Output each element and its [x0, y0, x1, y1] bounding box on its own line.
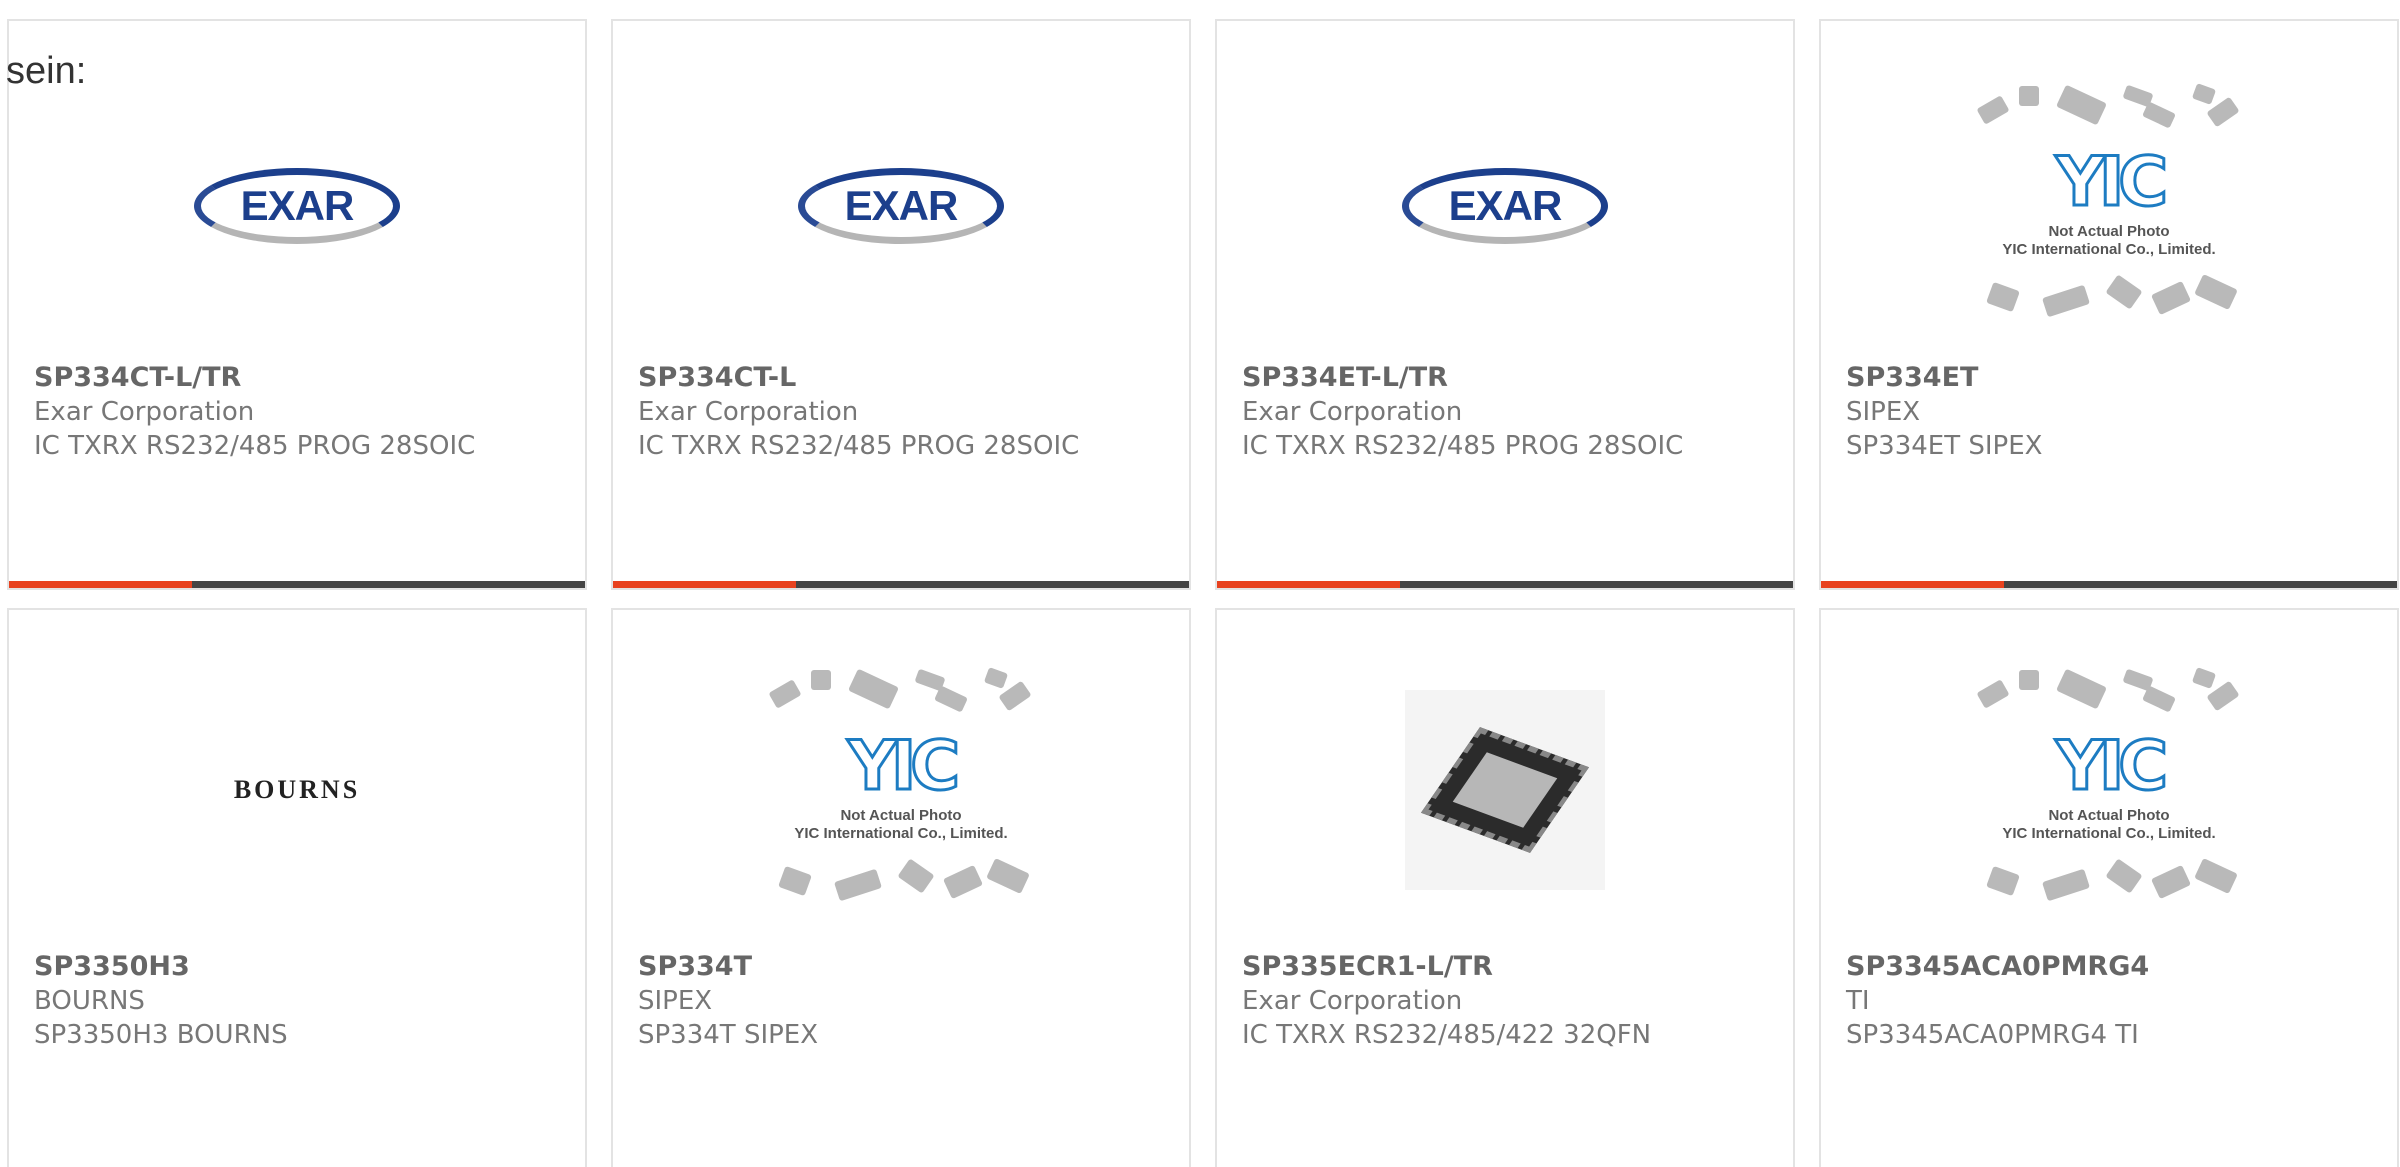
description: SP334ET SIPEX — [1846, 431, 2043, 461]
manufacturer: SIPEX — [1846, 397, 1921, 427]
product-card[interactable]: YIC Not Actual Photo YIC International Co… — [611, 608, 1191, 1167]
part-number-link[interactable]: SP335ECR1-L/TR — [1242, 950, 1773, 984]
exar-logo-icon: EXAR — [1402, 168, 1608, 244]
description: IC TXRX RS232/485 PROG 28SOIC — [1242, 431, 1684, 461]
product-image[interactable]: BOURNS — [9, 662, 585, 917]
part-number-link[interactable]: SP3350H3 — [34, 950, 565, 984]
description: IC TXRX RS232/485 PROG 28SOIC — [34, 431, 476, 461]
manufacturer: Exar Corporation — [34, 397, 255, 427]
manufacturer: Exar Corporation — [1242, 986, 1463, 1016]
product-card[interactable]: SP335ECR1-L/TR Exar Corporation IC TXRX … — [1215, 608, 1795, 1167]
part-number-link[interactable]: SP334CT-L/TR — [34, 361, 565, 395]
description: SP334T SIPEX — [638, 1020, 819, 1050]
product-card[interactable]: YIC Not Actual Photo YIC International Co… — [1819, 608, 2399, 1167]
exar-logo-icon: EXAR — [194, 168, 400, 244]
product-image[interactable]: YIC Not Actual Photo YIC International Co… — [1821, 662, 2397, 917]
intro-text: sein: — [6, 50, 87, 92]
product-image[interactable]: YIC Not Actual Photo YIC International Co… — [1821, 83, 2397, 326]
card-bar — [9, 581, 585, 588]
product-card[interactable]: EXAR SP334CT-L Exar Corporation IC TXRX … — [611, 19, 1191, 590]
product-image[interactable]: EXAR — [1217, 86, 1793, 326]
yic-placeholder-icon: YIC Not Actual Photo YIC International Co… — [761, 665, 1041, 915]
card-bar — [613, 581, 1189, 588]
product-card[interactable]: EXAR SP334ET-L/TR Exar Corporation IC TX… — [1215, 19, 1795, 590]
description: SP3345ACA0PMRG4 TI — [1846, 1020, 2139, 1050]
product-card[interactable]: BOURNS SP3350H3 BOURNS SP3350H3 BOURNS — [7, 608, 587, 1167]
product-image[interactable]: EXAR — [613, 86, 1189, 326]
part-number-link[interactable]: SP334ET — [1846, 361, 2377, 395]
exar-logo-icon: EXAR — [798, 168, 1004, 244]
manufacturer: Exar Corporation — [638, 397, 859, 427]
product-card[interactable]: YIC Not Actual Photo YIC International Co… — [1819, 19, 2399, 590]
part-number-link[interactable]: SP334ET-L/TR — [1242, 361, 1773, 395]
description: SP3350H3 BOURNS — [34, 1020, 288, 1050]
part-number-link[interactable]: SP334CT-L — [638, 361, 1169, 395]
manufacturer: TI — [1846, 986, 1870, 1016]
card-bar — [1217, 581, 1793, 588]
description: IC TXRX RS232/485 PROG 28SOIC — [638, 431, 1080, 461]
product-image[interactable]: EXAR — [9, 86, 585, 326]
product-image[interactable]: YIC Not Actual Photo YIC International Co… — [613, 662, 1189, 917]
product-card[interactable]: EXAR SP334CT-L/TR Exar Corporation IC TX… — [7, 19, 587, 590]
manufacturer: Exar Corporation — [1242, 397, 1463, 427]
yic-placeholder-icon: YIC Not Actual Photo YIC International Co… — [1969, 81, 2249, 331]
qfn-chip-icon — [1405, 689, 1605, 890]
part-number-link[interactable]: SP334T — [638, 950, 1169, 984]
card-bar — [1821, 581, 2397, 588]
bourns-logo-icon: BOURNS — [233, 774, 361, 804]
manufacturer: SIPEX — [638, 986, 713, 1016]
yic-placeholder-icon: YIC Not Actual Photo YIC International Co… — [1969, 665, 2249, 915]
manufacturer: BOURNS — [34, 986, 145, 1016]
description: IC TXRX RS232/485/422 32QFN — [1242, 1020, 1652, 1050]
product-image[interactable] — [1217, 662, 1793, 917]
part-number-link[interactable]: SP3345ACA0PMRG4 — [1846, 950, 2377, 984]
